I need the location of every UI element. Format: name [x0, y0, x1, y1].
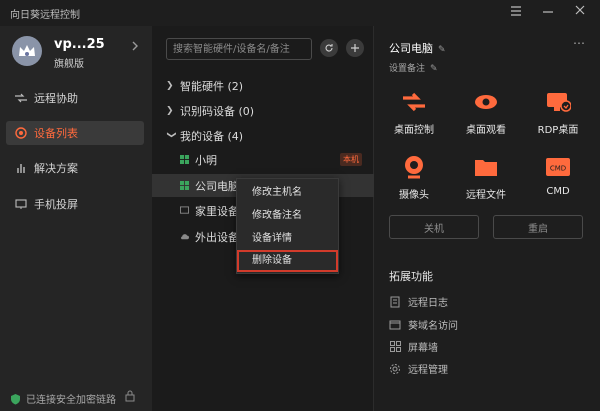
desktop-view-icon — [454, 89, 518, 115]
menu-item-device-details[interactable]: 设备详情 — [237, 228, 338, 250]
ext-label: 远程管理 — [408, 361, 448, 376]
feature-rdp-desktop[interactable]: RDP桌面 — [526, 89, 590, 136]
username[interactable]: vp...25 — [54, 37, 105, 52]
menu-item-delete-device[interactable]: 删除设备 — [237, 250, 338, 272]
group-label: 我的设备 (4) — [180, 128, 243, 144]
refresh-button[interactable] — [320, 39, 338, 57]
hamburger-icon[interactable] — [506, 4, 526, 20]
device-item[interactable]: 小明 本机 — [152, 148, 374, 171]
device-offline-icon — [180, 206, 189, 215]
lock-icon[interactable] — [125, 390, 135, 405]
device-title-text: 公司电脑 — [389, 42, 433, 55]
ext-item-remote-manage[interactable]: 远程管理 — [389, 361, 448, 376]
feature-remote-file[interactable]: 远程文件 — [454, 154, 518, 201]
shield-icon — [10, 393, 21, 405]
edition-label: 旗舰版 — [54, 55, 84, 70]
sidebar-item-remote-assist[interactable]: 远程协助 — [6, 86, 144, 110]
edit-icon[interactable]: ✎ — [430, 64, 438, 74]
search-input[interactable] — [166, 38, 312, 60]
screen-wall-icon — [389, 341, 401, 353]
sidebar-item-label: 远程协助 — [34, 90, 78, 106]
sidebar-item-label: 解决方案 — [34, 160, 78, 176]
feature-desktop-view[interactable]: 桌面观看 — [454, 89, 518, 136]
svg-text:CMD: CMD — [550, 165, 566, 173]
title-bar: 向日葵远程控制 — [0, 0, 600, 26]
more-icon[interactable]: ⋯ — [573, 36, 586, 50]
minimize-icon[interactable] — [538, 4, 558, 20]
remote-manage-icon — [389, 363, 401, 375]
shutdown-button[interactable]: 关机 — [389, 215, 479, 239]
ext-item-remote-log[interactable]: 远程日志 — [389, 294, 448, 309]
close-icon[interactable] — [570, 4, 590, 20]
sidebar-item-label: 设备列表 — [34, 125, 78, 141]
chevron-right-icon[interactable] — [131, 40, 139, 55]
sidebar-item-screen-cast[interactable]: 手机投屏 — [6, 192, 144, 216]
ext-label: 葵域名访问 — [408, 317, 458, 332]
group-smart-hardware[interactable]: ❯ 智能硬件 (2) — [166, 78, 243, 94]
desktop-control-icon — [382, 89, 446, 115]
context-menu: 修改主机名 修改备注名 设备详情 删除设备 — [236, 178, 339, 274]
feature-label: 桌面控制 — [394, 125, 434, 136]
chevron-right-icon: ❯ — [166, 106, 176, 116]
edit-icon[interactable]: ✎ — [438, 45, 446, 55]
ext-label: 屏幕墙 — [408, 339, 438, 354]
solution-icon — [14, 161, 28, 175]
note-label: 设置备注 — [389, 64, 425, 74]
device-name: 家里设备 — [195, 203, 239, 219]
cmd-icon: CMD — [526, 154, 590, 180]
plus-icon — [350, 43, 360, 53]
cloud-icon — [180, 232, 189, 241]
device-name: 外出设备 — [195, 229, 239, 245]
domain-icon — [389, 319, 401, 331]
ext-label: 远程日志 — [408, 294, 448, 309]
detail-panel: 公司电脑 ✎ 设置备注 ✎ ⋯ 桌面控制 桌面观看 RDP桌面 摄像头 远程文件 C… — [375, 26, 600, 411]
menu-item-rename-host[interactable]: 修改主机名 — [237, 182, 338, 204]
feature-label: CMD — [546, 186, 569, 197]
chevron-right-icon: ❯ — [166, 81, 176, 91]
feature-cmd[interactable]: CMD CMD — [526, 154, 590, 197]
feature-label: 远程文件 — [466, 190, 506, 201]
extensions-title: 拓展功能 — [389, 268, 433, 284]
avatar[interactable] — [12, 36, 42, 66]
app-title: 向日葵远程控制 — [10, 6, 80, 21]
feature-label: 桌面观看 — [466, 125, 506, 136]
device-name: 小明 — [195, 152, 217, 168]
group-my-devices[interactable]: ❯ 我的设备 (4) — [166, 128, 243, 144]
windows-icon — [180, 155, 189, 164]
feature-camera[interactable]: 摄像头 — [382, 154, 446, 201]
refresh-icon — [324, 43, 334, 53]
windows-icon — [180, 181, 189, 190]
screen-cast-icon — [14, 197, 28, 211]
restart-button[interactable]: 重启 — [493, 215, 583, 239]
secure-text: 已连接安全加密链路 — [26, 391, 116, 406]
ext-item-screen-wall[interactable]: 屏幕墙 — [389, 339, 438, 354]
sidebar-item-solution[interactable]: 解决方案 — [6, 156, 144, 180]
chevron-down-icon: ❯ — [166, 131, 176, 141]
group-label: 智能硬件 (2) — [180, 78, 243, 94]
remote-file-icon — [454, 154, 518, 180]
crown-icon — [17, 42, 37, 60]
sidebar-item-label: 手机投屏 — [34, 196, 78, 212]
device-note[interactable]: 设置备注 ✎ — [389, 61, 438, 74]
device-list-icon — [14, 126, 28, 140]
log-icon — [389, 296, 401, 308]
group-id-devices[interactable]: ❯ 识别码设备 (0) — [166, 103, 254, 119]
group-label: 识别码设备 (0) — [180, 103, 254, 119]
secure-status: 已连接安全加密链路 — [10, 391, 116, 406]
device-title: 公司电脑 ✎ — [389, 40, 446, 56]
sidebar-item-device-list[interactable]: 设备列表 — [6, 121, 144, 145]
camera-icon — [382, 154, 446, 180]
feature-label: 摄像头 — [399, 190, 429, 201]
menu-item-rename-note[interactable]: 修改备注名 — [237, 205, 338, 227]
sidebar: vp...25 旗舰版 远程协助 设备列表 解决方案 手机投屏 已连接安全加密链… — [0, 26, 152, 411]
remote-assist-icon — [14, 91, 28, 105]
feature-label: RDP桌面 — [538, 125, 579, 136]
device-name: 公司电脑 — [195, 178, 239, 194]
feature-desktop-control[interactable]: 桌面控制 — [382, 89, 446, 136]
local-badge: 本机 — [340, 153, 362, 166]
rdp-desktop-icon — [526, 89, 590, 115]
ext-item-domain[interactable]: 葵域名访问 — [389, 317, 458, 332]
add-device-button[interactable] — [346, 39, 364, 57]
